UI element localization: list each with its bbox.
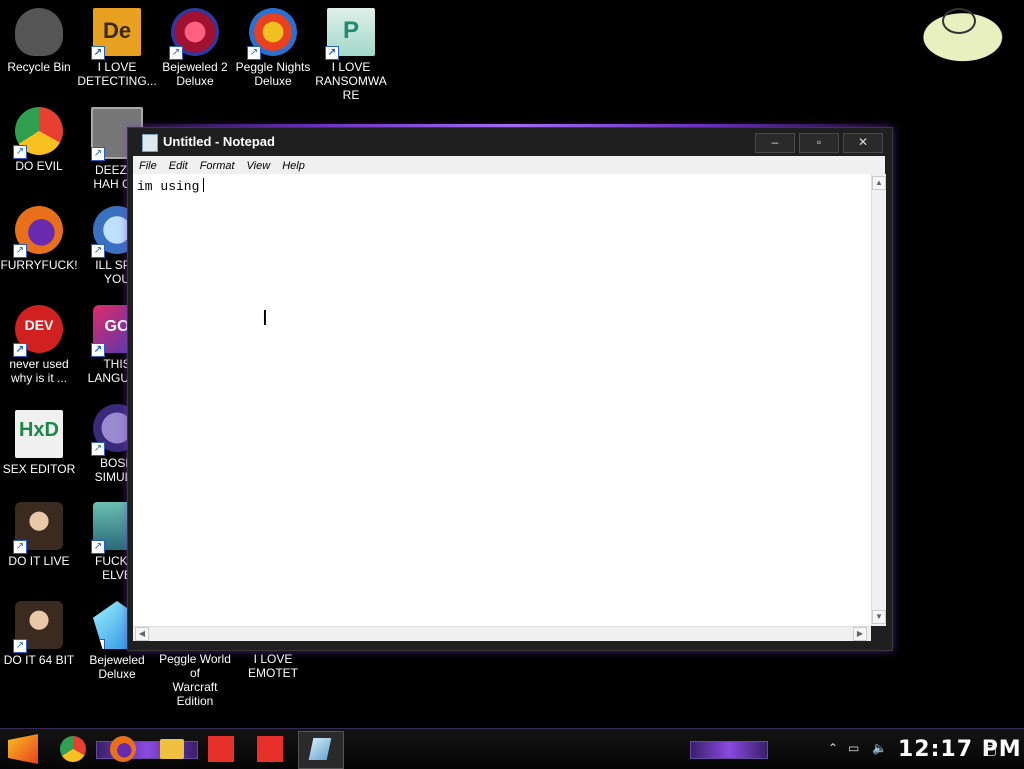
icon-label: DO EVIL [15, 159, 63, 173]
dev-cpp-icon: DEV ↗ [13, 305, 63, 357]
anydesk-icon-1[interactable] [208, 736, 234, 762]
icon-label: I LOVE DETECTING... [77, 60, 157, 88]
de-app-icon: De ↗ [91, 8, 141, 60]
taskbar-decor-right [690, 741, 768, 759]
desktop-icon-dev-cpp[interactable]: DEV ↗ never used why is it ... [0, 297, 79, 385]
recycle-bin-icon [15, 8, 63, 56]
icon-label: DO IT LIVE [8, 554, 70, 568]
firefox-icon: ↗ [13, 206, 63, 258]
menu-bar: File Edit Format View Help [133, 156, 885, 174]
notepad-taskbar-icon[interactable] [298, 731, 344, 769]
desktop-icon-do-it-64-bit[interactable]: ↗ DO IT 64 BIT [0, 593, 79, 667]
icon-label: Peggle Nights Deluxe [235, 60, 311, 88]
menu-edit[interactable]: Edit [163, 158, 194, 172]
text-caret [203, 178, 205, 192]
maximize-button[interactable]: ▫ [799, 133, 839, 153]
scroll-up-icon[interactable]: ▲ [872, 176, 886, 190]
taskbar: ⌃ ▭ 🔈 12:17 PM ▢ [0, 728, 1024, 769]
icon-label: I LOVE RANSOMWARE [315, 60, 387, 102]
ibeam-cursor-icon: I [262, 306, 268, 330]
close-button[interactable]: ✕ [843, 133, 883, 153]
icon-label: I LOVE EMOTET [248, 652, 298, 680]
tray-chevron-icon[interactable]: ⌃ [828, 741, 838, 755]
desktop-icon-do-it-live[interactable]: ↗ DO IT LIVE [0, 494, 79, 568]
desktop-icon-do-evil[interactable]: ↗ DO EVIL [0, 99, 79, 173]
icon-label: never used why is it ... [9, 357, 69, 385]
firefox-taskbar-icon[interactable] [110, 736, 136, 762]
hxd-editor-icon: HxD [15, 410, 63, 458]
editor-text: im using [137, 179, 200, 194]
anydesk-icon-2[interactable] [257, 736, 283, 762]
desktop-icon-i-love-detecting[interactable]: De ↗ I LOVE DETECTING... [77, 0, 157, 88]
desktop-icon-bejeweled-2[interactable]: ↗ Bejeweled 2 Deluxe [155, 0, 235, 88]
vertical-scrollbar[interactable]: ▲ ▼ [871, 174, 886, 626]
start-menu-icon[interactable] [8, 734, 38, 764]
window-title: Untitled - Notepad [163, 134, 275, 149]
scroll-right-icon[interactable]: ▶ [853, 627, 867, 641]
notepad-icon [142, 134, 158, 152]
scroll-down-icon[interactable]: ▼ [872, 610, 886, 624]
desktop-icon-peggle-nights[interactable]: ↗ Peggle Nights Deluxe [233, 0, 313, 88]
chrome-taskbar-icon[interactable] [60, 736, 86, 762]
desktop-icon-recycle-bin[interactable]: Recycle Bin [0, 0, 79, 74]
portrait-icon: ↗ [13, 502, 63, 554]
bejeweled-2-icon: ↗ [169, 8, 219, 60]
icon-label: SEX EDITOR [2, 462, 76, 476]
desktop-mascot-image [922, 0, 1024, 62]
portrait-64-icon: ↗ [13, 601, 63, 653]
peggle-icon: ↗ [247, 8, 297, 60]
icon-label: FURRYFUCK! [0, 258, 78, 272]
notepad-window[interactable]: Untitled - Notepad – ▫ ✕ File Edit Format V… [127, 127, 893, 651]
icon-label: DO IT 64 BIT [3, 653, 75, 667]
menu-help[interactable]: Help [276, 158, 311, 172]
notifications-icon[interactable]: ▢ [984, 741, 997, 758]
publisher-icon: P ↗ [325, 8, 375, 60]
menu-format[interactable]: Format [194, 158, 241, 172]
menu-file[interactable]: File [133, 158, 163, 172]
menu-view[interactable]: View [241, 158, 277, 172]
taskbar-clock[interactable]: 12:17 PM [898, 737, 1022, 762]
file-explorer-icon[interactable] [160, 739, 184, 759]
title-bar[interactable]: Untitled - Notepad – ▫ ✕ [128, 128, 892, 156]
chrome-icon: ↗ [13, 107, 63, 159]
text-editor-area[interactable]: im using [133, 174, 871, 626]
icon-label: Bejeweled 2 Deluxe [162, 60, 228, 88]
volume-icon[interactable]: 🔈 [872, 741, 887, 755]
icon-label: Peggle World of Warcraft Edition [159, 652, 231, 708]
minimize-button[interactable]: – [755, 133, 795, 153]
horizontal-scrollbar[interactable]: ◀ ▶ [133, 626, 871, 641]
network-icon[interactable]: ▭ [848, 741, 859, 755]
notepad-taskbar-glyph-icon [308, 738, 332, 760]
icon-label: Recycle Bin [7, 60, 71, 74]
desktop-icon-i-love-ransomware[interactable]: P ↗ I LOVE RANSOMWARE [311, 0, 391, 102]
mascot-face-icon [942, 8, 976, 34]
scroll-left-icon[interactable]: ◀ [135, 627, 149, 641]
icon-label: Bejeweled Deluxe [89, 653, 145, 681]
desktop-icon-furryfuck[interactable]: ↗ FURRYFUCK! [0, 198, 79, 272]
desktop-icon-sex-editor[interactable]: HxD SEX EDITOR [0, 402, 79, 476]
